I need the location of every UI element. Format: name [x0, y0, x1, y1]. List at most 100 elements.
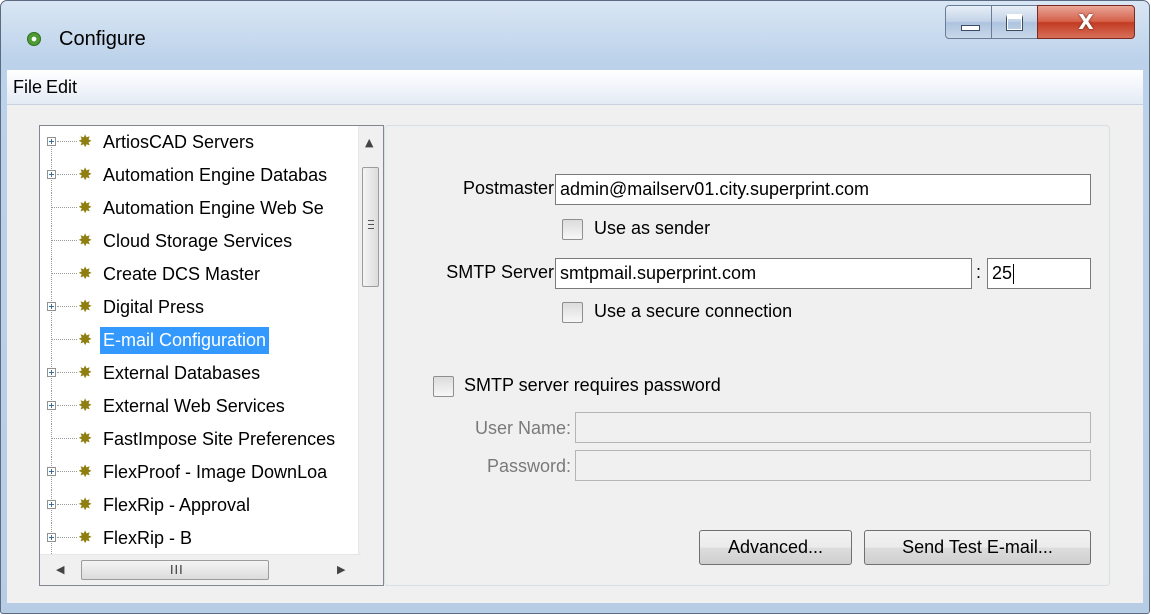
tree-item[interactable]: ✸ Automation Engine Web Se: [40, 193, 360, 226]
text-caret: [1013, 264, 1015, 285]
configure-window: Configure X File Edit ✸ ArtiosCAD Servers…: [0, 0, 1150, 614]
tree-item-label: External Databases: [103, 363, 261, 383]
gear-icon: ✸: [78, 462, 93, 481]
gear-icon: ✸: [78, 429, 93, 448]
gear-icon: ✸: [78, 330, 93, 349]
tree-item-label: FastImpose Site Preferences: [103, 429, 336, 449]
tree-connector: [51, 325, 52, 358]
tree-item[interactable]: ✸ E-mail Configuration: [40, 325, 360, 358]
tree-item-label: FlexRip - Approval: [103, 495, 251, 515]
close-button[interactable]: X: [1037, 5, 1135, 39]
tree-item[interactable]: ✸ FastImpose Site Preferences: [40, 424, 360, 457]
gear-icon: ✸: [78, 198, 93, 217]
expand-plus-icon[interactable]: [47, 533, 56, 542]
postmaster-label: Postmaster:: [462, 178, 559, 198]
scroll-up-icon[interactable]: ▲: [365, 136, 373, 149]
minimize-button[interactable]: [945, 5, 992, 39]
tree-connector: [57, 141, 77, 142]
tree-item[interactable]: ✸ Digital Press: [40, 292, 360, 325]
maximize-button[interactable]: [991, 5, 1038, 39]
use-as-sender-checkbox[interactable]: [562, 219, 583, 240]
tree-item-label: ArtiosCAD Servers: [103, 132, 255, 152]
port-separator: :: [976, 262, 982, 282]
tree-item[interactable]: ✸ FlexRip - B: [40, 523, 360, 556]
smtp-port-input[interactable]: 25: [987, 258, 1091, 289]
tree-item-label: E-mail Configuration: [100, 327, 270, 354]
tree-connector: [57, 537, 77, 538]
expand-plus-icon[interactable]: [47, 401, 56, 410]
expand-plus-icon[interactable]: [47, 137, 56, 146]
postmaster-input[interactable]: admin@mailserv01.city.superprint.com: [555, 174, 1091, 205]
send-test-email-button[interactable]: Send Test E-mail...: [864, 530, 1091, 565]
tree-connector: [52, 207, 77, 208]
user-name-input[interactable]: [575, 412, 1091, 443]
gear-icon: ✸: [78, 396, 93, 415]
requires-password-label: SMTP server requires password: [464, 375, 721, 395]
secure-connection-checkbox[interactable]: [562, 302, 583, 323]
tree-item-label: Digital Press: [103, 297, 205, 317]
title-bar[interactable]: Configure X: [1, 1, 1149, 69]
tree-connector: [51, 424, 52, 457]
password-input[interactable]: [575, 450, 1091, 481]
gear-icon: ✸: [78, 363, 93, 382]
expand-plus-icon[interactable]: [47, 368, 56, 377]
tree-item[interactable]: ✸ External Databases: [40, 358, 360, 391]
tree-item[interactable]: ✸ Automation Engine Databas: [40, 160, 360, 193]
tree-connector: [57, 306, 77, 307]
tree-connector: [52, 438, 77, 439]
tree-item-label: FlexRip - B: [103, 528, 193, 548]
tree-item-label: FlexProof - Image DownLoa: [103, 462, 328, 482]
tree-item[interactable]: ✸ FlexProof - Image DownLoa: [40, 457, 360, 490]
grip-line: [368, 228, 374, 229]
tree-item-label: Cloud Storage Services: [103, 231, 293, 251]
tree-item-label: Automation Engine Databas: [103, 165, 328, 185]
tree-connector: [51, 259, 52, 292]
app-icon: [27, 32, 41, 46]
tree-connector: [51, 226, 52, 259]
scroll-right-icon[interactable]: ▶: [337, 563, 345, 576]
gear-icon: ✸: [78, 528, 93, 547]
maximize-icon: [1006, 14, 1023, 31]
smtp-port-value: 25: [992, 263, 1013, 283]
tree-connector: [52, 339, 77, 340]
tree-item[interactable]: ✸ Cloud Storage Services: [40, 226, 360, 259]
expand-plus-icon[interactable]: [47, 500, 56, 509]
menu-edit[interactable]: Edit: [46, 77, 77, 98]
gear-icon: ✸: [78, 297, 93, 316]
tree-item[interactable]: ✸ Create DCS Master: [40, 259, 360, 292]
tree-vertical-scrollbar[interactable]: ▲: [358, 126, 383, 556]
tree-connector: [57, 174, 77, 175]
requires-password-checkbox[interactable]: [433, 376, 454, 397]
smtp-server-input[interactable]: smtpmail.superprint.com: [555, 258, 972, 289]
tree-item[interactable]: ✸ External Web Services: [40, 391, 360, 424]
gear-icon: ✸: [78, 165, 93, 184]
menu-file[interactable]: File: [13, 77, 42, 98]
tree-horizontal-scrollbar[interactable]: ◀ III ▶: [40, 554, 361, 585]
user-name-label: User Name:: [474, 418, 571, 438]
scroll-left-icon[interactable]: ◀: [56, 563, 64, 576]
grip-line: [368, 224, 374, 225]
expand-plus-icon[interactable]: [47, 302, 56, 311]
gear-icon: ✸: [78, 264, 93, 283]
tree-connector: [57, 471, 77, 472]
password-label: Password:: [486, 456, 571, 476]
tree-item[interactable]: ✸ FlexRip - Approval: [40, 490, 360, 523]
advanced-button[interactable]: Advanced...: [699, 530, 852, 565]
use-as-sender-label: Use as sender: [594, 218, 711, 238]
tree-connector: [52, 273, 77, 274]
tree-horizontal-scroll-thumb[interactable]: III: [81, 560, 269, 580]
expand-plus-icon[interactable]: [47, 170, 56, 179]
grip-line: [368, 220, 374, 221]
menu-bar: File Edit: [7, 70, 1143, 105]
secure-connection-label: Use a secure connection: [594, 301, 793, 321]
tree-connector: [51, 193, 52, 226]
window-title: Configure: [59, 28, 146, 50]
close-icon: X: [1078, 10, 1094, 34]
scrollbar-corner: [359, 555, 383, 585]
tree-item[interactable]: ✸ ArtiosCAD Servers: [40, 127, 360, 160]
expand-plus-icon[interactable]: [47, 467, 56, 476]
tree-vertical-scroll-thumb[interactable]: [362, 167, 379, 287]
settings-tree[interactable]: ✸ ArtiosCAD Servers ✸ Automation Engine Dat…: [39, 125, 384, 586]
tree-item-label: Create DCS Master: [103, 264, 261, 284]
tree-item-label: Automation Engine Web Se: [103, 198, 324, 218]
